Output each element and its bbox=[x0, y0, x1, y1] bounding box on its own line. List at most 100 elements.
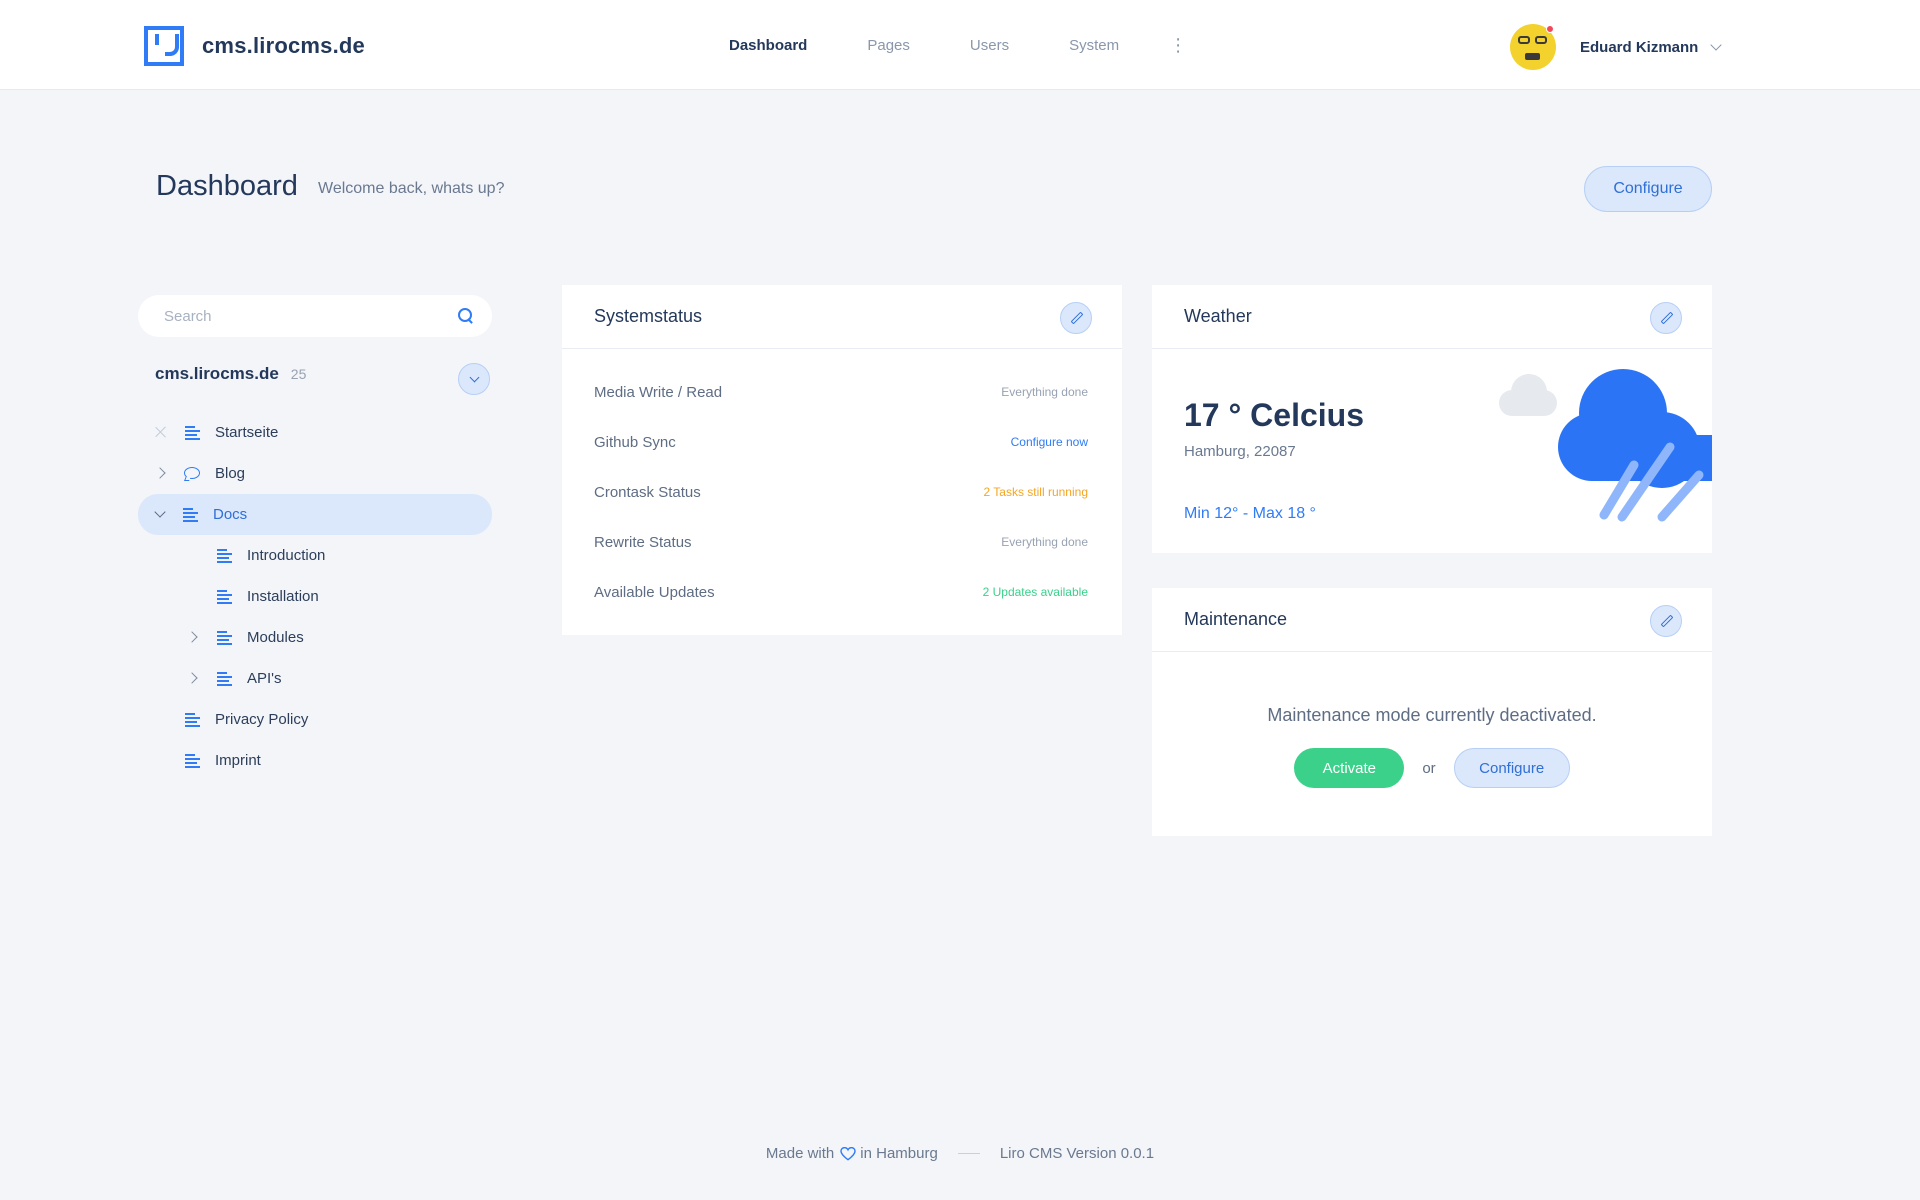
pencil-icon bbox=[1660, 311, 1674, 325]
weather-temperature: 17 ° Celcius bbox=[1184, 397, 1364, 433]
site-page-count: 25 bbox=[290, 366, 307, 382]
status-value: Everything done bbox=[1001, 535, 1088, 549]
tree-item-label: Blog bbox=[215, 465, 246, 482]
footer-version: Liro CMS Version 0.0.1 bbox=[999, 1145, 1155, 1162]
search-icon[interactable] bbox=[458, 308, 474, 324]
status-label: Media Write / Read bbox=[594, 383, 723, 401]
heart-icon bbox=[840, 1146, 856, 1161]
search-box bbox=[138, 295, 492, 337]
chevron-right-icon[interactable] bbox=[186, 630, 200, 644]
user-name: Eduard Kizmann bbox=[1580, 38, 1699, 56]
brand[interactable]: cms.lirocms.de bbox=[144, 26, 365, 66]
avatar bbox=[1510, 24, 1556, 70]
systemstatus-card: Systemstatus Media Write / Read Everythi… bbox=[562, 285, 1122, 635]
document-icon bbox=[217, 631, 232, 645]
tree-item-label: API's bbox=[247, 670, 282, 687]
tree-item-label: Privacy Policy bbox=[215, 711, 309, 728]
edit-button[interactable] bbox=[1060, 302, 1092, 334]
pencil-icon bbox=[1070, 311, 1084, 325]
or-label: or bbox=[1422, 759, 1436, 777]
rain-cloud-icon bbox=[1499, 369, 1712, 522]
nav-item-users[interactable]: Users bbox=[970, 37, 1009, 54]
chevron-right-icon[interactable] bbox=[154, 466, 168, 480]
tree-item-label: Modules bbox=[247, 629, 304, 646]
close-icon[interactable] bbox=[154, 425, 168, 439]
footer-city: in Hamburg bbox=[860, 1145, 938, 1162]
document-icon bbox=[183, 508, 198, 522]
tree-item-imprint[interactable]: Imprint bbox=[138, 740, 492, 781]
updates-available-link[interactable]: 2 Updates available bbox=[983, 585, 1088, 599]
main-nav: Dashboard Pages Users System ⋮ bbox=[729, 0, 1187, 90]
avatar-eye-icon bbox=[1535, 36, 1547, 44]
tree-item-introduction[interactable]: Introduction bbox=[138, 535, 492, 576]
search-input[interactable] bbox=[164, 307, 458, 325]
document-icon bbox=[185, 713, 200, 727]
configure-now-link[interactable]: Configure now bbox=[1011, 435, 1088, 449]
status-label: Github Sync bbox=[594, 433, 676, 451]
tree-item-blog[interactable]: Blog bbox=[138, 453, 492, 494]
nav-item-system[interactable]: System bbox=[1069, 37, 1119, 54]
brand-name: cms.lirocms.de bbox=[202, 33, 365, 58]
configure-dashboard-button[interactable]: Configure bbox=[1584, 166, 1712, 212]
tree-item-installation[interactable]: Installation bbox=[138, 576, 492, 617]
edit-button[interactable] bbox=[1650, 302, 1682, 334]
status-label: Rewrite Status bbox=[594, 533, 692, 551]
page-tree: Startseite Blog Docs Introduction Instal… bbox=[138, 412, 492, 781]
small-cloud-icon bbox=[1499, 374, 1557, 416]
status-label: Crontask Status bbox=[594, 483, 701, 501]
card-title: Maintenance bbox=[1184, 609, 1288, 629]
card-title: Weather bbox=[1184, 306, 1252, 326]
avatar-mouth-icon bbox=[1525, 53, 1540, 60]
maintenance-actions: Activate or Configure bbox=[1152, 748, 1712, 788]
configure-button[interactable]: Configure bbox=[1453, 748, 1570, 788]
footer-made-with: Made with bbox=[765, 1145, 835, 1162]
nav-item-dashboard[interactable]: Dashboard bbox=[729, 37, 807, 54]
status-label: Available Updates bbox=[594, 583, 715, 601]
footer-divider bbox=[957, 1153, 980, 1154]
document-icon bbox=[217, 590, 232, 604]
activate-button[interactable]: Activate bbox=[1294, 748, 1405, 788]
status-value: 2 Tasks still running bbox=[983, 485, 1089, 499]
status-value: Everything done bbox=[1001, 385, 1088, 399]
status-row: Rewrite Status Everything done bbox=[594, 517, 1088, 567]
top-navbar: cms.lirocms.de Dashboard Pages Users Sys… bbox=[0, 0, 1920, 90]
tree-item-docs[interactable]: Docs bbox=[138, 494, 492, 535]
site-name: cms.lirocms.de bbox=[155, 364, 279, 383]
card-header: Weather bbox=[1152, 285, 1712, 349]
site-collapse-button[interactable] bbox=[458, 363, 490, 395]
card-header: Systemstatus bbox=[562, 285, 1122, 349]
tree-item-modules[interactable]: Modules bbox=[138, 617, 492, 658]
site-header: cms.lirocms.de 25 bbox=[155, 364, 306, 384]
chevron-down-icon bbox=[1710, 39, 1723, 51]
tree-item-label: Startseite bbox=[215, 424, 279, 441]
status-row: Media Write / Read Everything done bbox=[594, 367, 1088, 417]
card-header: Maintenance bbox=[1152, 588, 1712, 652]
tree-item-startseite[interactable]: Startseite bbox=[138, 412, 492, 453]
weather-location: Hamburg, 22087 bbox=[1184, 443, 1296, 460]
document-icon bbox=[185, 754, 200, 768]
tree-item-privacy-policy[interactable]: Privacy Policy bbox=[138, 699, 492, 740]
tree-item-label: Installation bbox=[247, 588, 319, 605]
status-list: Media Write / Read Everything done Githu… bbox=[562, 349, 1122, 617]
document-icon bbox=[185, 426, 200, 440]
more-menu-icon[interactable]: ⋮ bbox=[1169, 35, 1187, 56]
notification-dot bbox=[1546, 25, 1554, 33]
status-row: Available Updates 2 Updates available bbox=[594, 567, 1088, 617]
chevron-right-icon[interactable] bbox=[186, 671, 200, 685]
user-menu[interactable]: Eduard Kizmann bbox=[1510, 24, 1723, 70]
chevron-down-icon[interactable] bbox=[153, 507, 167, 521]
document-icon bbox=[217, 672, 232, 686]
status-row: Github Sync Configure now bbox=[594, 417, 1088, 467]
edit-button[interactable] bbox=[1650, 605, 1682, 637]
weather-card: Weather 17 ° Celcius Hamburg, 22087 Min … bbox=[1152, 285, 1712, 553]
tree-item-apis[interactable]: API's bbox=[138, 658, 492, 699]
chat-icon bbox=[184, 467, 200, 479]
avatar-eye-icon bbox=[1518, 36, 1530, 44]
document-icon bbox=[217, 549, 232, 563]
card-title: Systemstatus bbox=[594, 306, 703, 326]
pencil-icon bbox=[1660, 614, 1674, 628]
nav-item-pages[interactable]: Pages bbox=[867, 37, 910, 54]
page-title: Dashboard bbox=[156, 170, 298, 202]
tree-item-label: Introduction bbox=[247, 547, 326, 564]
footer: Made with in Hamburg Liro CMS Version 0.… bbox=[0, 1145, 1920, 1162]
